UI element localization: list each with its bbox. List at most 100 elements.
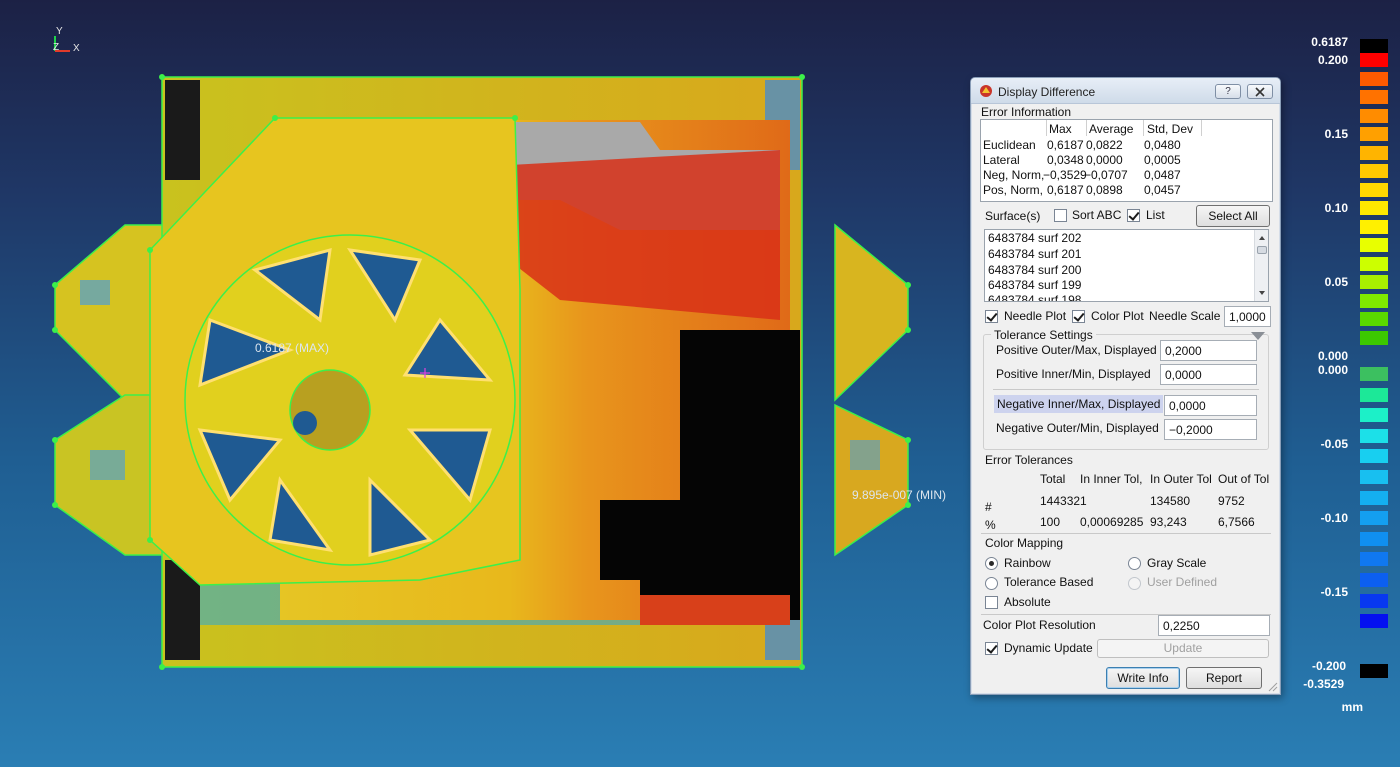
axis-triad: Y Z X (50, 26, 90, 60)
legend-swatch (1360, 90, 1388, 104)
list-item[interactable]: 6483784 surf 202 (988, 231, 1081, 245)
neg-outer-field[interactable]: −0,2000 (1164, 419, 1257, 440)
error-row-std: 0,0005 (1144, 153, 1181, 167)
error-row-avg: −0,0707 (1084, 168, 1128, 182)
needle-plot-checkbox[interactable] (985, 310, 998, 323)
legend-swatch (1360, 428, 1388, 443)
legend-swatch (1360, 127, 1388, 141)
legend-swatch (1360, 39, 1388, 53)
sort-abc-checkbox[interactable] (1054, 209, 1067, 222)
close-icon (1255, 87, 1265, 97)
scroll-down-icon[interactable] (1255, 287, 1269, 299)
legend-label: -0.15 (1320, 585, 1348, 599)
tol-pct-out: 6,7566 (1218, 515, 1255, 529)
error-row-name: Neg, Norm, (983, 168, 1045, 182)
legend-swatch (1360, 53, 1388, 67)
legend-swatch (1360, 275, 1388, 289)
list-scrollbar[interactable] (1254, 230, 1268, 301)
legend-swatch (1360, 531, 1388, 546)
legend-unit: mm (1341, 700, 1363, 714)
color-plot-resolution-field[interactable]: 0,2250 (1158, 615, 1270, 636)
app-icon (980, 85, 992, 97)
max-deviation-label: 0.6187 (MAX) (255, 341, 330, 355)
tolerance-based-radio[interactable] (985, 577, 998, 590)
error-row-avg: 0,0000 (1086, 153, 1123, 167)
neg-inner-field[interactable]: 0,0000 (1164, 395, 1257, 416)
error-row-max: 0,6187 (1047, 183, 1084, 197)
sort-abc-label: Sort ABC (1072, 208, 1122, 222)
legend-swatch (1360, 470, 1388, 484)
scroll-up-icon[interactable] (1255, 232, 1269, 244)
tol-pct-outer: 93,243 (1150, 515, 1187, 529)
error-row-name: Lateral (983, 153, 1020, 167)
error-row-max: 0,0348 (1047, 153, 1084, 167)
tol-pct-label: % (985, 518, 996, 532)
error-header-std: Std, Dev (1147, 122, 1194, 136)
rainbow-radio[interactable] (985, 557, 998, 570)
3d-viewport[interactable]: 0.6187 (MAX) 9.895e-007 (MIN) (0, 60, 960, 710)
absolute-label: Absolute (1004, 595, 1051, 609)
list-item[interactable]: 6483784 surf 201 (988, 247, 1081, 261)
report-button[interactable]: Report (1186, 667, 1262, 689)
update-button[interactable]: Update (1097, 639, 1269, 658)
legend-label: 0.000 (1317, 363, 1348, 377)
legend-swatch (1360, 108, 1388, 123)
legend-swatch (1360, 219, 1388, 234)
dialog-titlebar[interactable]: Display Difference ? (971, 78, 1280, 104)
neg-outer-label: Negative Outer/Min, Displayed (996, 421, 1159, 435)
legend-swatch (1360, 664, 1388, 678)
list-checkbox[interactable] (1127, 209, 1140, 222)
rainbow-label: Rainbow (1004, 556, 1051, 570)
error-info-table: Max Average Std, Dev Euclidean 0,6187 0,… (980, 119, 1273, 202)
user-defined-radio[interactable] (1128, 577, 1141, 590)
dynamic-update-label: Dynamic Update (1004, 641, 1093, 655)
legend-swatch (1360, 145, 1388, 160)
list-item[interactable]: 6483784 surf 200 (988, 263, 1081, 277)
axis-y-label: Y (56, 26, 63, 37)
axis-x-label: X (73, 43, 80, 54)
legend-label: 0.000 (1317, 349, 1348, 363)
legend-label: -0.3529 (1303, 677, 1344, 691)
error-row-max: −0,3529 (1043, 168, 1087, 182)
user-defined-label: User Defined (1147, 575, 1218, 589)
legend-swatch (1360, 367, 1388, 381)
select-all-button[interactable]: Select All (1196, 205, 1270, 227)
absolute-checkbox[interactable] (985, 596, 998, 609)
legend-label: -0.200 (1311, 659, 1346, 673)
legend-swatch (1360, 238, 1388, 252)
display-difference-dialog: Display Difference ? Error Information M… (970, 77, 1281, 695)
resize-grip-icon[interactable] (1268, 682, 1278, 692)
legend-swatch (1360, 408, 1388, 423)
scroll-thumb[interactable] (1257, 246, 1267, 254)
pos-inner-field[interactable]: 0,0000 (1160, 364, 1257, 385)
gray-scale-radio[interactable] (1128, 557, 1141, 570)
legend-label: 0.6187 (1311, 35, 1348, 49)
help-button[interactable]: ? (1215, 84, 1241, 99)
error-info-title: Error Information (981, 105, 1072, 119)
pos-inner-label: Positive Inner/Min, Displayed (996, 367, 1151, 381)
axis-z-label: Z (53, 42, 60, 53)
needle-scale-field[interactable]: 1,0000 (1224, 306, 1271, 327)
pos-outer-label: Positive Outer/Max, Displayed (996, 343, 1157, 357)
tol-count-outer: 134580 (1150, 494, 1191, 508)
tol-pct-inner: 0,00069285 (1080, 515, 1144, 529)
error-row-avg: 0,0822 (1086, 138, 1123, 152)
pos-outer-field[interactable]: 0,2000 (1160, 340, 1257, 361)
close-button[interactable] (1247, 84, 1273, 99)
dynamic-update-checkbox[interactable] (985, 642, 998, 655)
legend-swatch (1360, 293, 1388, 308)
error-row-name: Euclidean (983, 138, 1036, 152)
list-item[interactable]: 6483784 surf 198 (988, 293, 1081, 301)
write-info-button[interactable]: Write Info (1106, 667, 1180, 689)
color-plot-checkbox[interactable] (1072, 310, 1085, 323)
legend-label: 0.05 (1324, 275, 1348, 289)
legend-swatch (1360, 449, 1388, 464)
legend-label: -0.05 (1320, 437, 1348, 451)
surface-list[interactable]: 6483784 surf 202 6483784 surf 201 648378… (984, 229, 1269, 302)
color-plot-resolution-label: Color Plot Resolution (983, 618, 1096, 632)
error-row-avg: 0,0898 (1086, 183, 1123, 197)
tolerance-based-label: Tolerance Based (1004, 575, 1094, 589)
tol-header-out: Out of Tol (1218, 472, 1270, 486)
error-row-std: 0,0457 (1144, 183, 1181, 197)
list-item[interactable]: 6483784 surf 199 (988, 278, 1081, 292)
